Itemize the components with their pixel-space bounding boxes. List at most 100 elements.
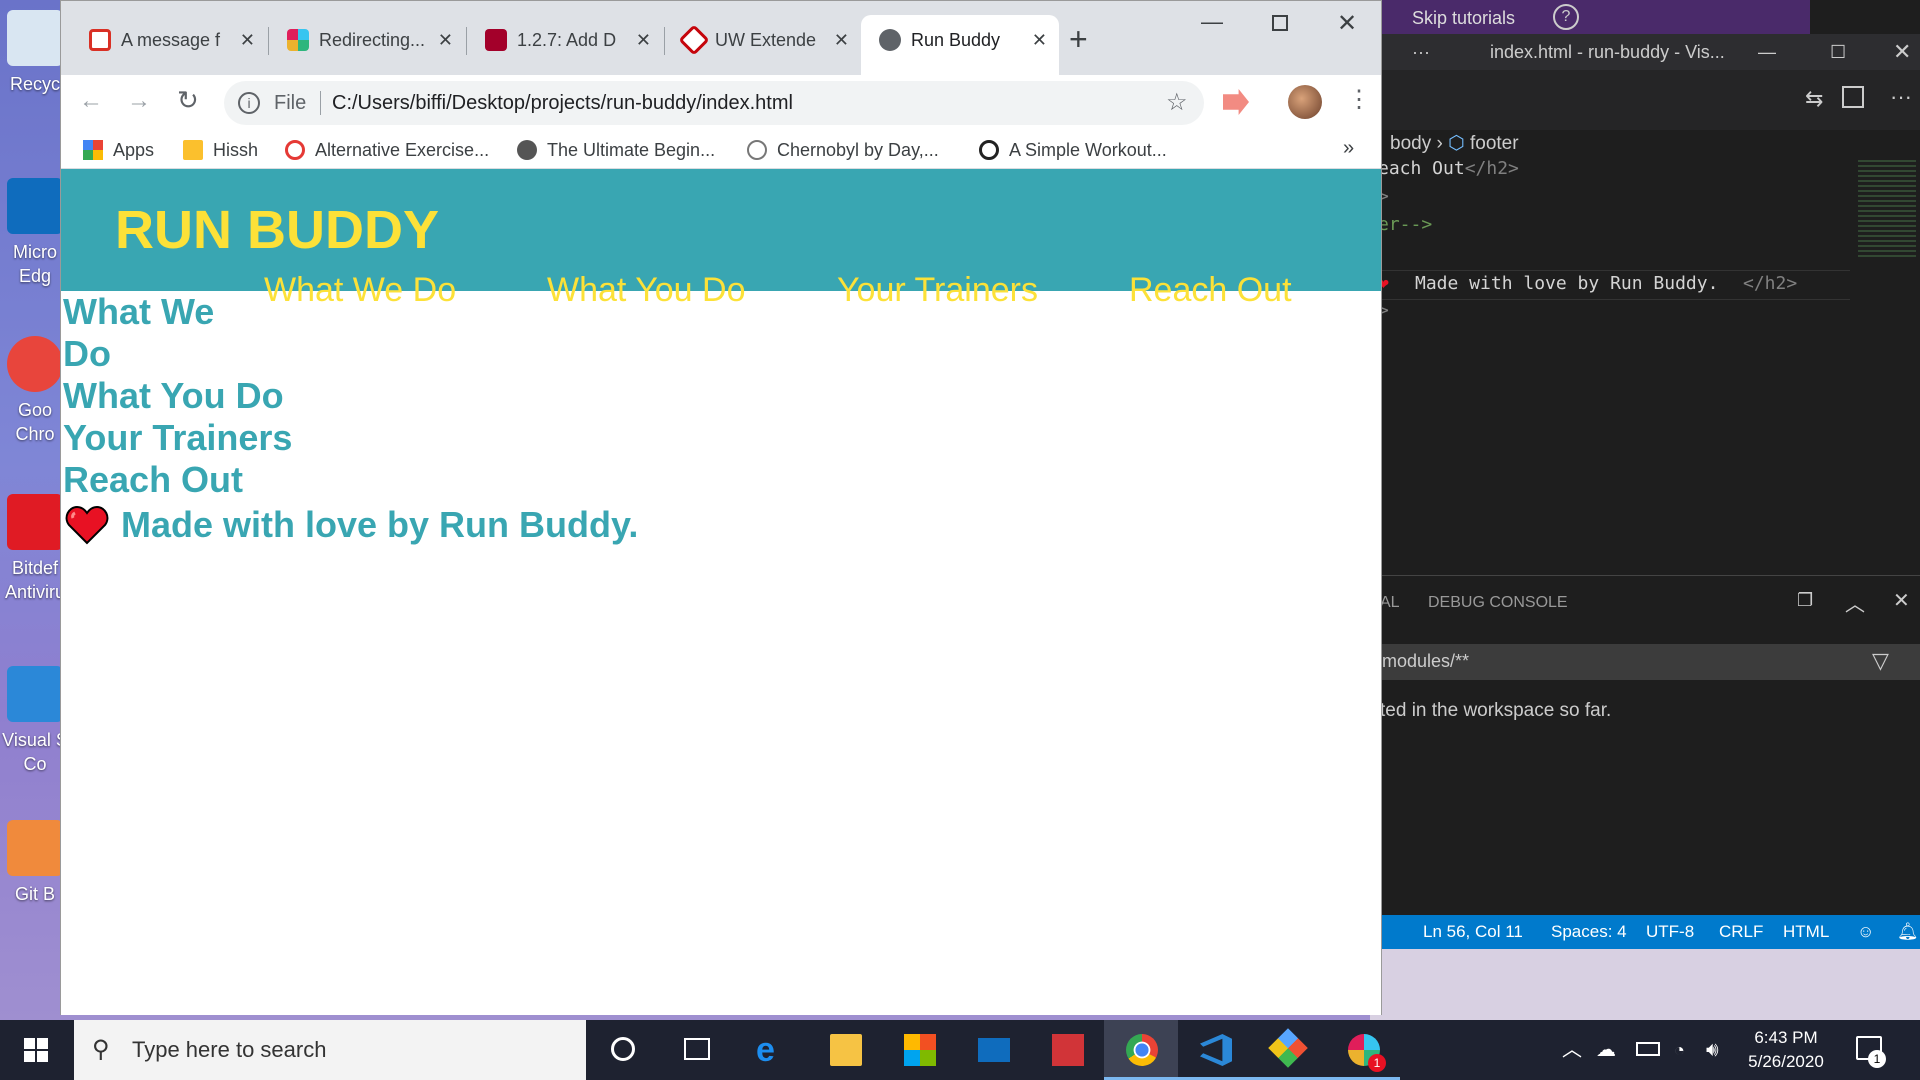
minimap[interactable] (1858, 160, 1916, 260)
close-window-icon[interactable]: ✕ (1337, 9, 1357, 38)
onedrive-icon[interactable]: ☁ (1596, 1020, 1616, 1080)
maximize-icon[interactable] (1272, 15, 1288, 31)
minimize-icon[interactable]: — (1758, 34, 1776, 70)
taskbar-file-explorer[interactable] (808, 1020, 882, 1080)
minimize-icon[interactable]: — (1201, 9, 1223, 35)
taskbar-slack[interactable]: 1 (1326, 1020, 1400, 1080)
bookmark-apps[interactable]: Apps (83, 131, 154, 169)
tab-strip: A message f ✕ Redirecting... ✕ 1.2.7: Ad… (61, 1, 1381, 75)
target-icon (285, 140, 305, 160)
profile-avatar[interactable] (1288, 85, 1322, 119)
breadcrumb-body[interactable]: body (1390, 133, 1431, 154)
encoding[interactable]: UTF-8 (1646, 915, 1694, 949)
desktop-icon-label: Micro Edg (13, 242, 57, 286)
bookmark-star-icon[interactable]: ☆ (1166, 81, 1188, 125)
reload-icon[interactable]: ↻ (177, 85, 199, 116)
menu-kebab-icon[interactable]: ⋮ (1347, 85, 1371, 114)
show-hidden-icons[interactable]: ︿ (1562, 1020, 1582, 1080)
tab-terminal-partial[interactable]: AL (1380, 594, 1400, 612)
filter-input[interactable]: modules/** ▽ (1370, 644, 1920, 680)
back-icon[interactable]: ← (79, 87, 103, 115)
bitdefender-icon (7, 494, 63, 550)
tab-canvas[interactable]: 1.2.7: Add D ✕ (467, 15, 663, 65)
slack-icon (287, 29, 309, 51)
nav-your-trainers[interactable]: Your Trainers (837, 271, 1038, 310)
search-icon: ⚲ (92, 1036, 110, 1063)
language-mode[interactable]: HTML (1783, 915, 1829, 949)
address-bar[interactable]: i File C:/Users/biffi/Desktop/projects/r… (224, 81, 1204, 125)
taskbar-store[interactable] (882, 1020, 956, 1080)
tab-run-buddy[interactable]: Run Buddy ✕ (861, 15, 1059, 75)
battery-icon[interactable] (1636, 1042, 1660, 1056)
slack-badge: 1 (1368, 1054, 1386, 1072)
cortana-button[interactable] (586, 1020, 660, 1080)
task-view-icon (684, 1038, 710, 1060)
taskbar-gift-app[interactable] (1030, 1020, 1104, 1080)
extension-icon[interactable] (1223, 89, 1249, 115)
bookmark-alternative-exercise[interactable]: Alternative Exercise... (285, 131, 489, 169)
taskbar-vscode[interactable] (1178, 1020, 1252, 1080)
breadcrumb-footer[interactable]: footer (1470, 133, 1519, 154)
tab-gmail[interactable]: A message f ✕ (71, 15, 267, 65)
gift-icon (1052, 1034, 1084, 1066)
vscode-statusbar: Ln 56, Col 11 Spaces: 4 UTF-8 CRLF HTML … (1370, 915, 1920, 949)
new-tab-button[interactable]: + (1069, 21, 1088, 57)
bell-icon[interactable]: 🔔︎ (1897, 915, 1919, 949)
start-button[interactable] (0, 1020, 74, 1080)
vscode-editor[interactable]: body › ⬡ footer each Out</h2> > er--> ❤ … (1370, 130, 1920, 575)
close-tab-icon[interactable]: ✕ (240, 15, 255, 65)
taskbar-mail[interactable] (956, 1020, 1030, 1080)
nav-reach-out[interactable]: Reach Out (1129, 271, 1292, 310)
nav-what-you-do[interactable]: What You Do (547, 271, 745, 310)
wifi-icon[interactable]: ◔ (1674, 1020, 1685, 1080)
close-tab-icon[interactable]: ✕ (1032, 15, 1047, 65)
more-bookmarks-icon[interactable]: » (1343, 137, 1354, 160)
menu-ellipsis-icon[interactable]: ··· (1412, 34, 1430, 70)
line-endings[interactable]: CRLF (1719, 915, 1763, 949)
compare-icon[interactable]: ⇆ (1805, 86, 1823, 112)
taskbar-git[interactable] (1252, 1020, 1326, 1080)
close-tab-icon[interactable]: ✕ (636, 15, 651, 65)
indentation[interactable]: Spaces: 4 (1551, 915, 1627, 949)
workout-icon (979, 140, 999, 160)
chevron-up-icon[interactable]: ︿ (1845, 588, 1865, 617)
bookmark-ultimate-beginner[interactable]: The Ultimate Begin... (517, 131, 715, 169)
nav-what-we-do[interactable]: What We Do (264, 271, 456, 310)
volume-icon[interactable]: 🔊︎ (1706, 1020, 1719, 1080)
forward-icon[interactable]: → (127, 87, 151, 115)
section-heading-do: Do (63, 333, 111, 374)
globe-icon (879, 29, 901, 51)
tab-debug-console[interactable]: DEBUG CONSOLE (1428, 594, 1568, 612)
skip-tutorials-link[interactable]: Skip tutorials (1412, 8, 1515, 29)
filter-icon[interactable]: ▽ (1872, 648, 1889, 674)
restore-panel-icon[interactable]: ❐ (1797, 590, 1813, 611)
gmail-icon (89, 29, 111, 51)
feedback-icon[interactable]: ☺ (1857, 915, 1874, 949)
close-panel-icon[interactable]: ✕ (1893, 588, 1910, 613)
maximize-icon[interactable]: ☐ (1830, 34, 1846, 70)
more-actions-icon[interactable]: ··· (1890, 84, 1912, 110)
taskbar-chrome[interactable] (1104, 1020, 1178, 1080)
chrome-icon (1126, 1034, 1158, 1066)
task-view-button[interactable] (660, 1020, 734, 1080)
desktop-icon-label: Bitdef Antiviru (4, 558, 66, 602)
close-tab-icon[interactable]: ✕ (438, 15, 453, 65)
site-logo[interactable]: RUN BUDDY (115, 199, 439, 261)
bookmark-chernobyl[interactable]: Chernobyl by Day,... (747, 131, 939, 169)
url-text[interactable]: C:/Users/biffi/Desktop/projects/run-budd… (332, 81, 793, 125)
split-editor-icon[interactable] (1842, 86, 1864, 108)
taskbar-edge[interactable]: e (734, 1020, 808, 1080)
bookmark-simple-workout[interactable]: A Simple Workout... (979, 131, 1167, 169)
bookmark-hissh[interactable]: Hissh (183, 131, 258, 169)
tab-uw-extended[interactable]: UW Extende ✕ (665, 15, 861, 65)
tab-slack[interactable]: Redirecting... ✕ (269, 15, 465, 65)
clock[interactable]: 6:43 PM 5/26/2020 (1746, 1020, 1826, 1080)
close-icon[interactable]: ✕ (1893, 34, 1911, 70)
cursor-position[interactable]: Ln 56, Col 11 (1423, 915, 1523, 949)
close-tab-icon[interactable]: ✕ (834, 15, 849, 65)
scheme-divider (320, 91, 321, 115)
chrome-window: A message f ✕ Redirecting... ✕ 1.2.7: Ad… (60, 0, 1382, 1015)
help-icon[interactable]: ? (1553, 4, 1579, 30)
info-icon[interactable]: i (238, 92, 260, 114)
taskbar-search[interactable]: ⚲ Type here to search (74, 1020, 586, 1080)
